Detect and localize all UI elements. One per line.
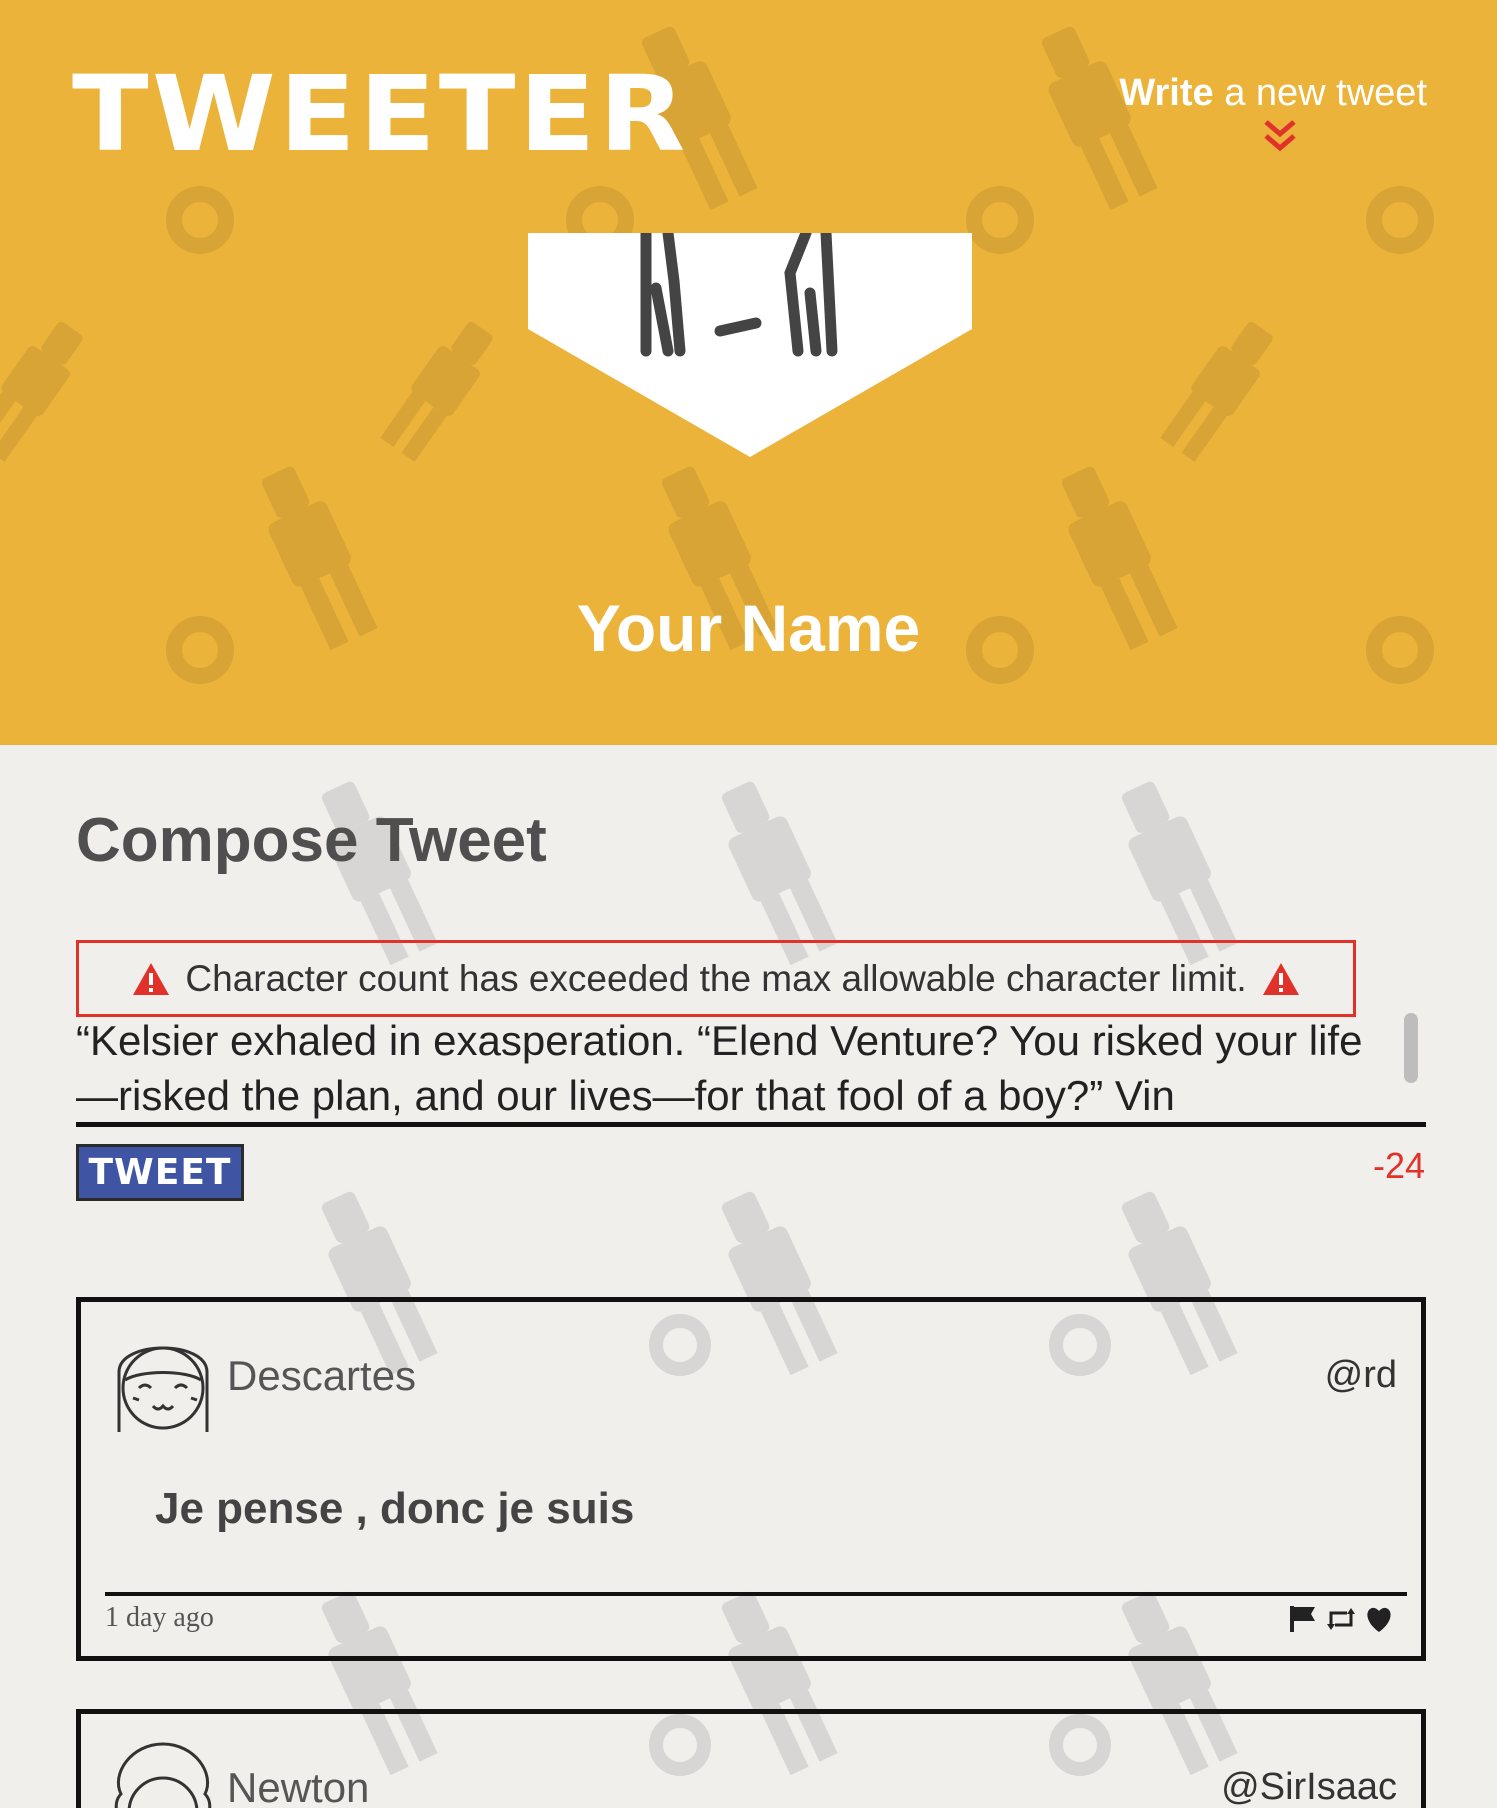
heart-icon[interactable] xyxy=(1363,1604,1395,1634)
tweet-username[interactable]: Newton xyxy=(227,1764,369,1808)
tweet-card: Newton @SirIsaac xyxy=(76,1709,1426,1808)
new-tweet-label: a new tweet xyxy=(1213,72,1427,114)
tweet-actions xyxy=(1287,1604,1395,1634)
textarea-scrollbar[interactable] xyxy=(1396,1007,1426,1119)
tweet-handle[interactable]: @rd xyxy=(1325,1354,1397,1397)
char-counter: -24 xyxy=(1372,1145,1425,1186)
tweet-handle[interactable]: @SirIsaac xyxy=(1221,1766,1397,1808)
tweet-divider xyxy=(105,1592,1407,1596)
retweet-icon[interactable] xyxy=(1325,1604,1357,1634)
error-message: Character count has exceeded the max all… xyxy=(185,957,1247,999)
write-label: Write xyxy=(1119,72,1214,114)
tweet-content: Je pense , donc je suis xyxy=(155,1484,635,1533)
app-logo[interactable]: TWEETER xyxy=(72,62,688,166)
profile-header: TWEETER Write a new tweet Your Name xyxy=(0,0,1497,745)
flag-icon[interactable] xyxy=(1287,1604,1319,1634)
scrollbar-thumb[interactable] xyxy=(1404,1013,1418,1083)
tweet-timestamp: 1 day ago xyxy=(105,1602,214,1633)
char-limit-error: Character count has exceeded the max all… xyxy=(76,940,1356,1017)
tweet-button[interactable]: TWEET xyxy=(76,1144,244,1201)
textarea-underline xyxy=(76,1122,1426,1127)
tweet-card: Descartes @rd Je pense , donc je suis 1 … xyxy=(76,1297,1426,1661)
user-avatar xyxy=(114,1742,212,1808)
user-avatar xyxy=(117,1346,209,1432)
warning-icon xyxy=(1262,962,1299,995)
user-display-name: Your Name xyxy=(576,591,921,665)
tweet-textarea[interactable]: “Kelsier exhaled in exasperation. “Elend… xyxy=(76,1007,1426,1121)
profile-avatar xyxy=(528,233,972,457)
compose-tweet-title: Compose Tweet xyxy=(76,806,547,875)
warning-icon xyxy=(133,962,170,995)
write-new-tweet-link[interactable]: Write a new tweet xyxy=(1119,72,1427,115)
tweet-username[interactable]: Descartes xyxy=(227,1352,416,1400)
double-chevron-down-icon[interactable] xyxy=(1262,118,1298,154)
main-content: Compose Tweet Character count has exceed… xyxy=(0,745,1497,1808)
